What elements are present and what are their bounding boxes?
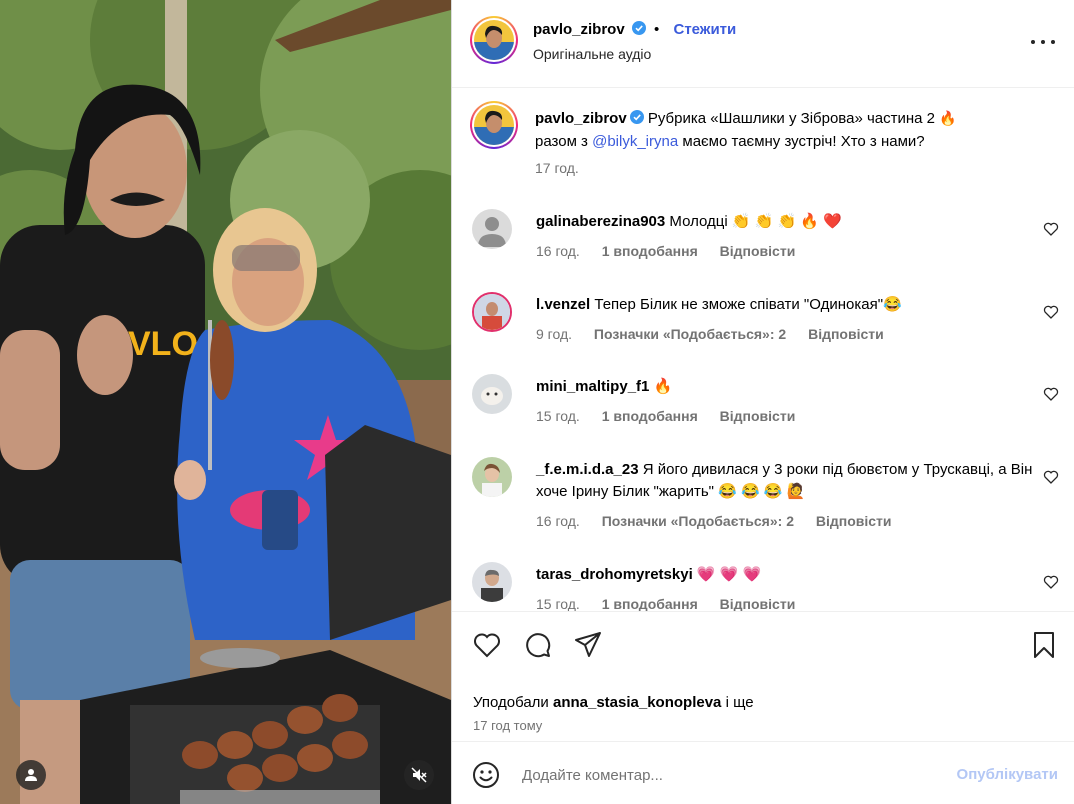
commenter-avatar[interactable] — [472, 292, 512, 332]
share-icon[interactable] — [573, 630, 603, 660]
bookmark-icon[interactable] — [1029, 630, 1059, 660]
avatar-image — [472, 374, 512, 414]
avatar-image — [474, 294, 510, 330]
comment-likes[interactable]: 1 вподобання — [602, 408, 698, 424]
post-time[interactable]: 17 год тому — [473, 718, 542, 733]
audio-label[interactable]: Оригінальне аудіо — [533, 46, 651, 62]
comment-like-icon[interactable] — [1043, 574, 1059, 590]
comment-like-icon[interactable] — [1043, 221, 1059, 237]
comment-time[interactable]: 16 год. — [536, 243, 580, 259]
publish-button[interactable]: Опублікувати — [957, 766, 1058, 783]
reply-button[interactable]: Відповісти — [720, 243, 796, 259]
video-frame: VLO — [0, 0, 451, 804]
comment-username[interactable]: mini_maltipy_f1 — [536, 378, 649, 395]
comment-time[interactable]: 15 год. — [536, 408, 580, 424]
comment-likes[interactable]: 1 вподобання — [602, 243, 698, 259]
avatar-image — [474, 105, 514, 145]
comment-composer: Опублікувати — [452, 741, 1074, 804]
comment-likes[interactable]: 1 вподобання — [602, 596, 698, 611]
commenter-avatar[interactable] — [472, 562, 512, 602]
comment-likes[interactable]: Позначки «Подобається»: 2 — [594, 326, 786, 342]
post-details-panel: pavlo_zibrov • Стежити Оригінальне аудіо — [451, 0, 1074, 804]
caption-time[interactable]: 17 год. — [535, 160, 579, 176]
avatar-image — [472, 562, 512, 602]
avatar-image — [474, 20, 514, 60]
commenter-avatar[interactable] — [472, 209, 512, 249]
author-avatar[interactable] — [470, 16, 518, 64]
comment-username[interactable]: galinaberezina903 — [536, 213, 665, 230]
mute-toggle-button[interactable] — [404, 760, 434, 790]
heart-icon[interactable] — [472, 630, 502, 660]
likes-prefix: Уподобали — [473, 694, 549, 711]
liked-by-user[interactable]: anna_stasia_konopleva — [553, 694, 721, 711]
comment-time[interactable]: 9 год. — [536, 326, 572, 342]
fire-emoji: 🔥 — [939, 110, 957, 126]
caption-part-1: Рубрика «Шашлики у Зіброва» частина 2 — [647, 110, 935, 127]
author-username[interactable]: pavlo_zibrov — [533, 21, 625, 38]
verified-badge-icon — [629, 110, 644, 124]
post-media[interactable]: VLO — [0, 0, 451, 804]
comment-like-icon[interactable] — [1043, 469, 1059, 485]
follow-button[interactable]: Стежити — [673, 21, 736, 38]
caption-author-avatar[interactable] — [470, 101, 518, 149]
comments-list[interactable]: pavlo_zibrov Рубрика «Шашлики у Зіброва»… — [452, 89, 1074, 611]
more-options-icon — [1031, 40, 1035, 44]
likes-suffix[interactable]: і ще — [726, 694, 754, 711]
default-avatar-icon — [472, 209, 512, 249]
tagged-users-button[interactable] — [16, 760, 46, 790]
user-icon — [25, 769, 37, 781]
muted-speaker-icon — [411, 767, 427, 783]
likes-summary[interactable]: Уподобали anna_stasia_konopleva і ще — [473, 694, 754, 711]
comment-text: 🔥 — [653, 378, 673, 395]
post-header: pavlo_zibrov • Стежити Оригінальне аудіо — [452, 0, 1074, 88]
comment-likes[interactable]: Позначки «Подобається»: 2 — [602, 513, 794, 529]
comment-username[interactable]: _f.e.m.i.d.a_23 — [536, 461, 639, 478]
caption-text: pavlo_zibrov Рубрика «Шашлики у Зіброва»… — [535, 107, 1035, 153]
post-actions: Уподобали anna_stasia_konopleva і ще 17 … — [452, 611, 1074, 741]
comment-text: 💗 💗 💗 — [696, 566, 762, 583]
separator-dot: • — [654, 21, 660, 38]
comment-like-icon[interactable] — [1043, 386, 1059, 402]
reply-button[interactable]: Відповісти — [808, 326, 884, 342]
caption-part-2: разом з — [535, 133, 588, 150]
caption-author[interactable]: pavlo_zibrov — [535, 110, 627, 127]
reply-button[interactable]: Відповісти — [720, 408, 796, 424]
comment-like-icon[interactable] — [1043, 304, 1059, 320]
comment-username[interactable]: taras_drohomyretskyi — [536, 566, 693, 583]
commenter-avatar[interactable] — [472, 374, 512, 414]
verified-badge-icon — [631, 21, 646, 35]
avatar-image — [472, 457, 512, 497]
comment-text: Молодці 👏 👏 👏 🔥 ❤️ — [669, 213, 842, 230]
caption-part-3: маємо таємну зустріч! Хто з нами? — [682, 133, 925, 150]
more-options-button[interactable] — [1031, 30, 1055, 54]
comment-time[interactable]: 16 год. — [536, 513, 580, 529]
commenter-avatar[interactable] — [472, 457, 512, 497]
comment-icon[interactable] — [523, 630, 553, 660]
comment-time[interactable]: 15 год. — [536, 596, 580, 611]
mention-link[interactable]: @bilyk_iryna — [592, 133, 678, 150]
emoji-icon[interactable] — [472, 761, 500, 789]
comment-text: Тепер Білик не зможе співати "Одинокая"😂 — [594, 296, 902, 313]
reply-button[interactable]: Відповісти — [816, 513, 892, 529]
reply-button[interactable]: Відповісти — [720, 596, 796, 611]
comment-username[interactable]: l.venzel — [536, 296, 590, 313]
comment-input[interactable] — [522, 762, 922, 788]
svg-text:VLO: VLO — [128, 325, 198, 363]
